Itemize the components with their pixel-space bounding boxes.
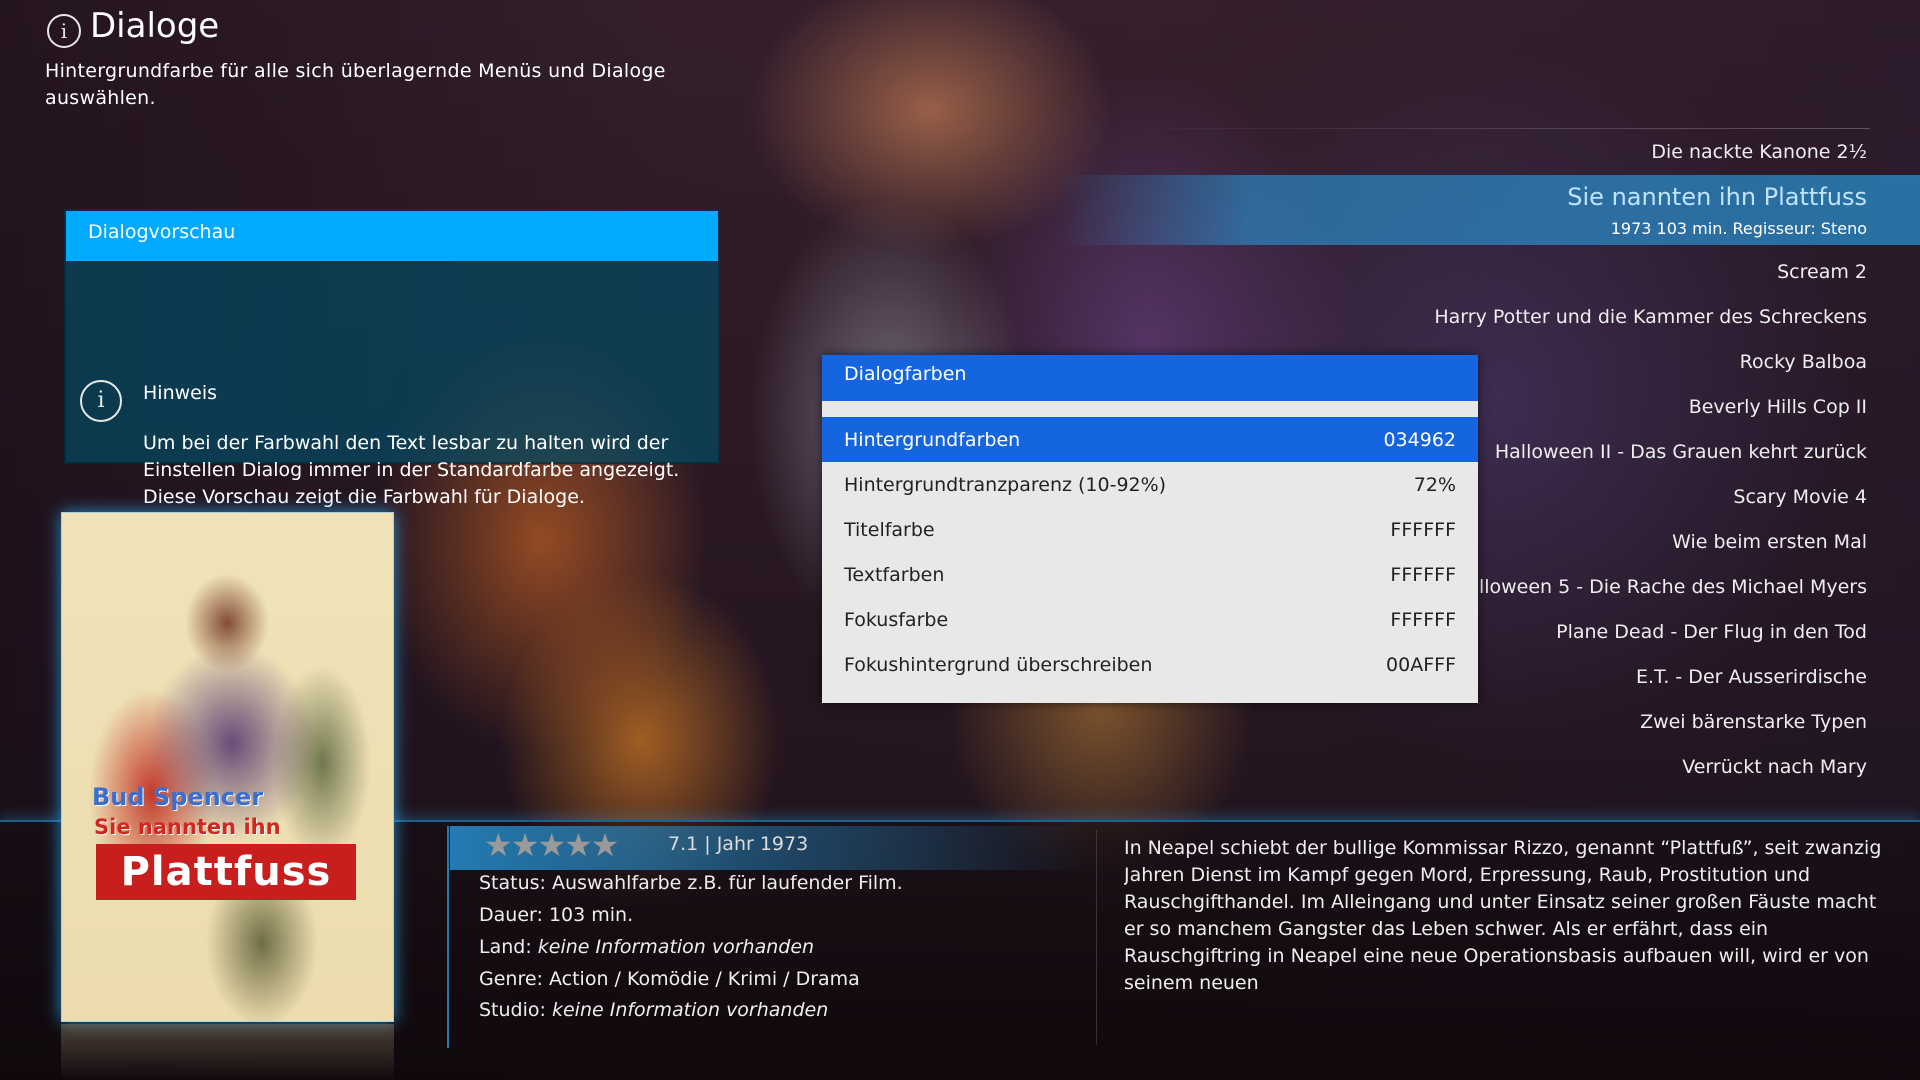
dialog-preview-header: Dialogvorschau (66, 211, 718, 261)
list-item[interactable]: Harry Potter und die Kammer des Schrecke… (1434, 306, 1867, 328)
option-value: FFFFFF (1390, 518, 1456, 541)
dialog-option-row[interactable]: Hintergrundfarben 034962 (822, 417, 1478, 462)
info-separator (447, 826, 449, 1048)
list-item[interactable]: Rocky Balboa (1740, 351, 1867, 373)
info-icon: i (47, 14, 81, 48)
list-item[interactable]: Plane Dead - Der Flug in den Tod (1556, 621, 1867, 643)
option-value: FFFFFF (1390, 563, 1456, 586)
dialog-colors-window: Dialogfarben Hintergrundfarben 034962 Hint… (822, 355, 1478, 703)
star-icon: ★ (537, 826, 566, 864)
dialog-colors-header: Dialogfarben (822, 355, 1478, 401)
list-item[interactable]: Wie beim ersten Mal (1672, 531, 1867, 553)
list-item[interactable]: Die nackte Kanone 2½ (1651, 141, 1867, 163)
poster-logo: Plattfuss (96, 844, 356, 900)
poster-reflection (61, 1024, 394, 1080)
option-value: 00AFFF (1386, 653, 1456, 676)
dialog-option-row[interactable]: Titelfarbe FFFFFF (822, 507, 1478, 552)
option-label: Textfarben (844, 563, 945, 586)
hint-text: Um bei der Farbwahl den Text lesbar zu h… (143, 432, 680, 508)
page-description: Hintergrundfarbe für alle sich überlager… (45, 60, 666, 109)
option-label: Fokusfarbe (844, 608, 949, 631)
list-item[interactable]: Scary Movie 4 (1733, 486, 1867, 508)
option-label: Hintergrundtranzparenz (10-92%) (844, 473, 1167, 496)
info-duration: Dauer: 103 min. (479, 904, 634, 926)
star-icon: ★ (484, 826, 513, 864)
list-top-separator (1090, 128, 1870, 129)
list-item[interactable]: Beverly Hills Cop II (1689, 396, 1867, 418)
star-icon: ★ (590, 826, 620, 864)
star-icon: ★ (564, 826, 593, 864)
list-item-focused[interactable]: Sie nannten ihn Plattfuss (1567, 183, 1867, 211)
list-item[interactable]: Zwei bärenstarke Typen (1640, 711, 1867, 733)
rating-text: 7.1 | Jahr 1973 (668, 833, 809, 855)
poster-subtitle-text: Sie nannten ihn (94, 815, 281, 839)
option-label: Titelfarbe (844, 518, 935, 541)
page-title: Dialoge (90, 6, 220, 46)
list-item[interactable]: Halloween 5 - Die Rache des Michael Myer… (1453, 576, 1867, 598)
list-item[interactable]: Scream 2 (1777, 261, 1867, 283)
star-icon: ★ (510, 826, 540, 864)
dialog-option-row[interactable]: Hintergrundtranzparenz (10-92%) 72% (822, 462, 1478, 507)
option-label: Fokushintergrund überschreiben (844, 653, 1153, 676)
list-item[interactable]: Verrückt nach Mary (1682, 756, 1867, 778)
plot-separator (1096, 830, 1097, 1045)
dialog-option-row[interactable]: Fokusfarbe FFFFFF (822, 597, 1478, 642)
info-country: Land: keine Information vorhanden (479, 936, 815, 958)
dialog-option-row[interactable]: Textfarben FFFFFF (822, 552, 1478, 597)
option-value: 034962 (1383, 428, 1456, 451)
poster-actor-text: Bud Spencer (92, 783, 264, 811)
hint-info-icon: i (80, 380, 122, 422)
list-item[interactable]: E.T. - Der Ausserirdische (1636, 666, 1867, 688)
list-item[interactable]: Halloween II - Das Grauen kehrt zurück (1495, 441, 1867, 463)
dialog-option-row[interactable]: Fokushintergrund überschreiben 00AFFF (822, 642, 1478, 687)
option-value: FFFFFF (1390, 608, 1456, 631)
hint-title: Hinweis (143, 382, 218, 404)
rating-stars: ★★★★★ (484, 826, 620, 864)
dialog-preview-panel: Dialogvorschau (64, 209, 720, 464)
option-value: 72% (1413, 473, 1456, 496)
option-label: Hintergrundfarben (844, 428, 1021, 451)
movie-poster[interactable]: Bud Spencer Sie nannten ihn Plattfuss (61, 512, 394, 1022)
info-genre: Genre: Action / Komödie / Krimi / Drama (479, 968, 860, 990)
info-status: Status: Auswahlfarbe z.B. für laufender … (479, 872, 903, 894)
plot-text: In Neapel schiebt der bullige Kommissar … (1124, 837, 1882, 994)
info-studio: Studio: keine Information vorhanden (479, 999, 829, 1021)
list-item-meta: 1973 103 min. Regisseur: Steno (1610, 219, 1867, 238)
